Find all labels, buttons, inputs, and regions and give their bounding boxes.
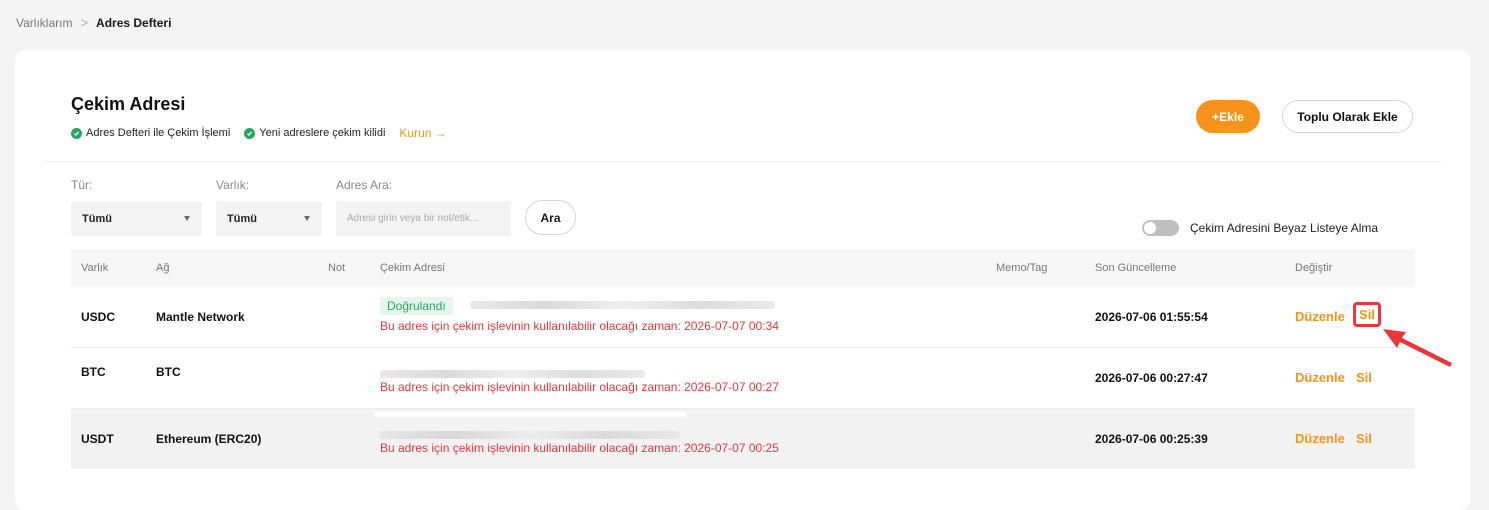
feature-new-address-lock: Yeni adreslere çekim kilidi (259, 127, 386, 139)
redacted-address (374, 411, 686, 417)
row-asset: USDT (81, 432, 114, 446)
redacted-address (380, 431, 680, 439)
row-network: BTC (156, 365, 181, 379)
row-asset: BTC (81, 365, 106, 379)
search-button[interactable]: Ara (525, 200, 576, 235)
breadcrumb-parent-link[interactable]: Varlıklarım (16, 16, 72, 30)
caret-down-icon (184, 216, 190, 221)
table-row: BTC BTC Bu adres için çekim işlevinin ku… (71, 348, 1415, 409)
column-header-network: Ağ (156, 262, 170, 274)
row-network: Ethereum (ERC20) (156, 432, 262, 446)
table-row: USDT Ethereum (ERC20) Bu adres için çeki… (71, 409, 1415, 469)
whitelist-toggle[interactable] (1142, 220, 1179, 236)
asset-filter-select[interactable]: Tümü (216, 201, 322, 236)
address-cell: Bu adres için çekim işlevinin kullanılab… (380, 348, 860, 408)
column-header-updated: Son Güncelleme (1095, 262, 1177, 274)
withdrawal-lock-warning: Bu adres için çekim işlevinin kullanılab… (380, 441, 779, 455)
breadcrumb-current: Adres Defteri (96, 15, 172, 30)
redacted-address (470, 301, 775, 309)
pointer-arrow-icon (1383, 329, 1452, 367)
address-table: Varlık Ağ Not Çekim Adresi Memo/Tag Son … (71, 250, 1415, 469)
type-filter-label: Tür: (71, 178, 93, 192)
toggle-knob (1144, 222, 1156, 234)
column-header-actions: Değiştir (1295, 262, 1333, 274)
check-circle-icon (244, 127, 256, 139)
row-asset: USDC (81, 310, 116, 324)
asset-filter-label: Varlık: (216, 178, 250, 192)
whitelist-toggle-label: Çekim Adresini Beyaz Listeye Alma (1190, 221, 1379, 235)
delete-button[interactable]: Sil (1353, 302, 1381, 327)
asset-filter-value: Tümü (227, 212, 257, 225)
address-cell: Doğrulandı Bu adres için çekim işlevinin… (380, 287, 860, 347)
feature-list: Adres Defteri ile Çekim İşlemi Yeni adre… (71, 126, 447, 140)
feature-address-book: Adres Defteri ile Çekim İşlemi (86, 127, 231, 139)
column-header-memo: Memo/Tag (996, 262, 1048, 274)
bulk-add-button[interactable]: Toplu Olarak Ekle (1282, 100, 1413, 133)
type-filter-value: Tümü (82, 212, 112, 225)
check-circle-icon (71, 127, 82, 139)
divider (43, 161, 1441, 162)
column-header-asset: Varlık (81, 262, 109, 274)
type-filter-select[interactable]: Tümü (71, 201, 202, 236)
address-search-input[interactable] (336, 201, 511, 236)
column-header-note: Not (328, 262, 346, 274)
row-updated-time: 2026-07-06 00:25:39 (1095, 432, 1208, 446)
withdrawal-lock-warning: Bu adres için çekim işlevinin kullanılab… (380, 319, 779, 333)
table-header: Varlık Ağ Not Çekim Adresi Memo/Tag Son … (71, 250, 1415, 287)
add-address-button[interactable]: +Ekle (1196, 100, 1260, 133)
address-cell: Bu adres için çekim işlevinin kullanılab… (374, 409, 860, 469)
withdrawal-lock-warning: Bu adres için çekim işlevinin kullanılab… (380, 380, 779, 394)
row-network: Mantle Network (156, 310, 245, 324)
breadcrumb-separator: > (80, 15, 89, 30)
edit-button[interactable]: Düzenle (1295, 431, 1345, 446)
column-header-address: Çekim Adresi (380, 262, 445, 274)
delete-button[interactable]: Sil (1356, 431, 1372, 446)
caret-down-icon (304, 216, 310, 221)
address-book-card: Çekim Adresi Adres Defteri ile Çekim İşl… (15, 50, 1470, 510)
redacted-address (380, 370, 645, 378)
verified-badge: Doğrulandı (380, 297, 453, 315)
row-updated-time: 2026-07-06 01:55:54 (1095, 310, 1208, 324)
address-search-label: Adres Ara: (336, 178, 393, 192)
setup-link[interactable]: Kurun → (399, 126, 446, 140)
row-updated-time: 2026-07-06 00:27:47 (1095, 371, 1208, 385)
edit-button[interactable]: Düzenle (1295, 309, 1345, 324)
table-row: USDC Mantle Network Doğrulandı Bu adres … (71, 287, 1415, 348)
page-title: Çekim Adresi (71, 94, 186, 114)
breadcrumb: Varlıklarım > Adres Defteri (16, 15, 171, 30)
edit-button[interactable]: Düzenle (1295, 370, 1345, 385)
delete-button[interactable]: Sil (1356, 370, 1372, 385)
